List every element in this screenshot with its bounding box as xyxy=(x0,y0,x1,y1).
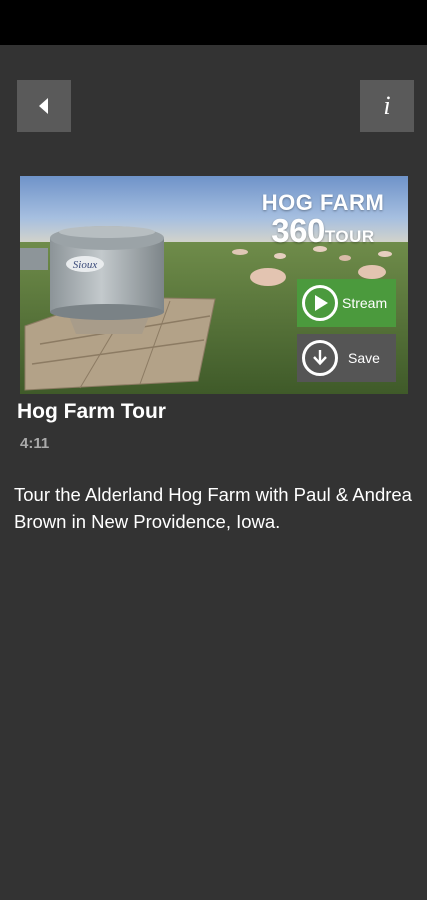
brand-suffix: TOUR xyxy=(324,227,375,246)
brand-line-1: HOG FARM xyxy=(261,190,385,215)
play-circle-icon xyxy=(302,285,338,321)
back-arrow-icon xyxy=(38,98,48,114)
save-button[interactable]: Save xyxy=(297,334,396,382)
brand-line-2: 360TOUR xyxy=(248,214,398,254)
download-circle-icon xyxy=(302,340,338,376)
video-description: Tour the Alderland Hog Farm with Paul & … xyxy=(14,484,412,532)
info-button[interactable]: i xyxy=(360,80,414,132)
info-icon: i xyxy=(383,91,391,120)
thumbnail-brand-title: HOG FARM 360TOUR xyxy=(248,192,398,254)
brand-number: 360 xyxy=(271,212,325,249)
stream-label: Stream xyxy=(342,295,388,311)
video-title: Hog Farm Tour xyxy=(17,400,166,423)
tank-logo: Sioux xyxy=(73,259,98,271)
back-button[interactable] xyxy=(17,80,71,132)
video-duration: 4:11 xyxy=(20,435,50,452)
status-bar xyxy=(0,0,427,45)
stream-button[interactable]: Stream xyxy=(297,279,396,327)
save-label: Save xyxy=(348,350,380,366)
